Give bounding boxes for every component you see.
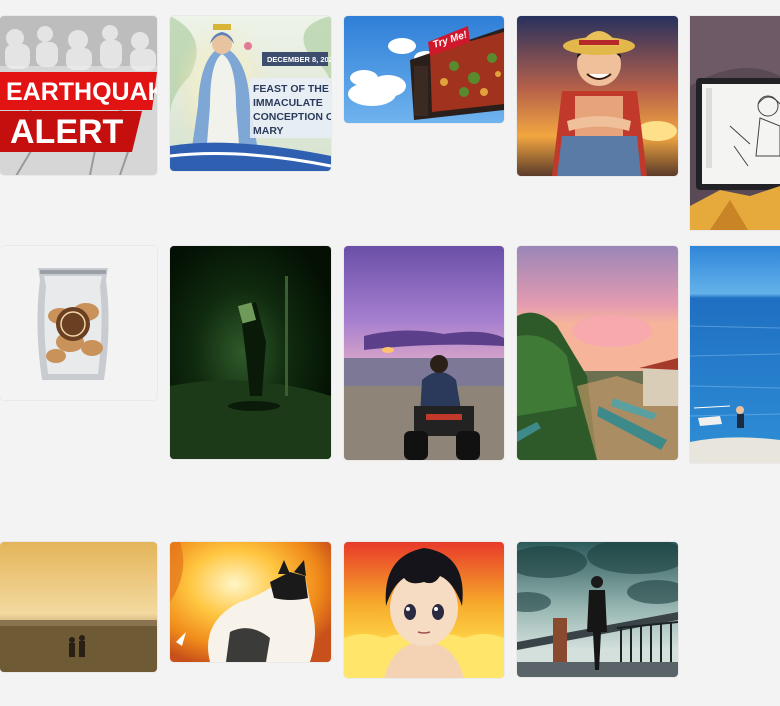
- straw-hat-image: [517, 16, 678, 176]
- tablet-image: [690, 16, 780, 230]
- golden-field-thumbnail[interactable]: [0, 542, 157, 672]
- feast-title-line4: MARY: [253, 125, 284, 137]
- snack-pouch-thumbnail[interactable]: [0, 246, 157, 400]
- tablet-drawing-thumbnail[interactable]: [690, 16, 780, 230]
- earthquake-image: EARTHQUAKE ALERT: [0, 16, 157, 175]
- beach-atv-image: [344, 246, 504, 460]
- golden-field-image: [0, 542, 157, 672]
- feast-title-line1: FEAST OF THE: [253, 83, 329, 95]
- feast-date: DECEMBER 8, 2022: [267, 55, 331, 64]
- blue-sea-image: [690, 246, 780, 463]
- billboard-sky-thumbnail[interactable]: Try Me!: [344, 16, 504, 123]
- blue-sea-thumbnail[interactable]: [690, 246, 780, 463]
- river-boats-thumbnail[interactable]: [517, 246, 678, 460]
- feast-title-line2: IMMACULATE: [253, 97, 323, 109]
- stormy-balcony-image: [517, 542, 678, 677]
- anime-boy-thumbnail[interactable]: [344, 542, 504, 678]
- feast-title-line3: CONCEPTION OF: [253, 111, 331, 123]
- immaculate-conception-thumbnail[interactable]: DECEMBER 8, 2022 FEAST OF THE IMMACULATE…: [170, 16, 331, 171]
- dark-green-figure-thumbnail[interactable]: [170, 246, 331, 459]
- fire-cat-thumbnail[interactable]: [170, 542, 331, 662]
- river-boats-image: [517, 246, 678, 460]
- beach-atv-sunset-thumbnail[interactable]: [344, 246, 504, 460]
- anime-boy-image: [344, 542, 504, 678]
- straw-hat-sunset-thumbnail[interactable]: [517, 16, 678, 176]
- fire-cat-image: [170, 542, 331, 662]
- earthquake-line2: ALERT: [10, 113, 124, 151]
- dark-green-image: [170, 246, 331, 459]
- billboard-image: Try Me!: [344, 16, 504, 123]
- snack-pouch-image: [0, 246, 157, 400]
- earthquake-line1: EARTHQUAKE: [6, 78, 157, 106]
- immaculate-image: DECEMBER 8, 2022 FEAST OF THE IMMACULATE…: [170, 16, 331, 171]
- stormy-balcony-thumbnail[interactable]: [517, 542, 678, 677]
- earthquake-alert-thumbnail[interactable]: EARTHQUAKE ALERT: [0, 16, 157, 175]
